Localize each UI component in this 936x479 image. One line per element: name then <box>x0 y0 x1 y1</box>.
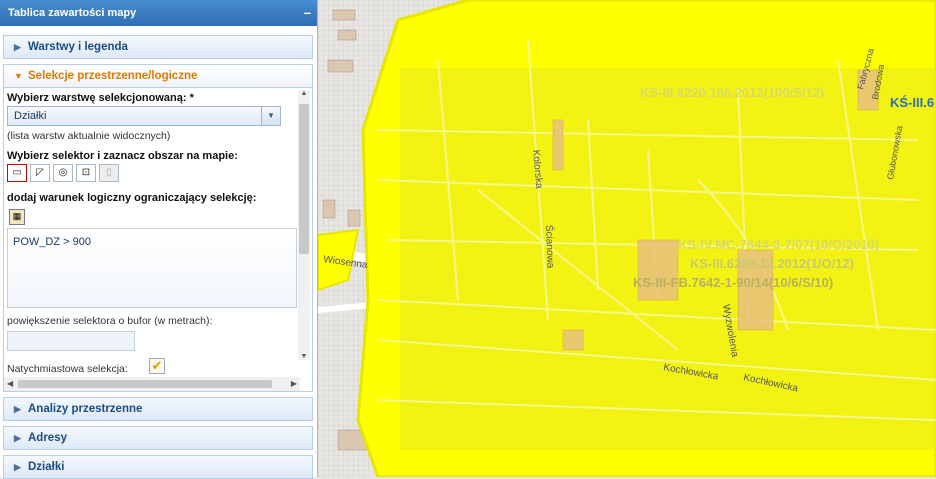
instant-label: Natychmiastowa selekcja: <box>7 363 128 375</box>
rectangle-select-icon[interactable]: ▭ <box>7 164 27 182</box>
buffer-label: powiększenie selektora o bufor (w metrac… <box>7 315 213 327</box>
chevron-right-icon: ▶ <box>14 433 21 443</box>
clear-select-icon[interactable]: ▯ <box>99 164 119 182</box>
chevron-right-icon: ▶ <box>14 42 21 52</box>
decision-label-cut: KŚ-III.6 <box>890 95 934 110</box>
polygon-select-icon[interactable]: ◸ <box>30 164 50 182</box>
accordion-analyses[interactable]: ▶ Analizy przestrzenne <box>3 397 313 421</box>
chevron-down-icon: ▼ <box>14 71 23 81</box>
layer-note: (lista warstw aktualnie widocznych) <box>7 130 171 142</box>
condition-label: dodaj warunek logiczny ograniczający sel… <box>7 192 257 204</box>
horizontal-scrollbar[interactable]: ◀ ▶ <box>4 377 300 391</box>
accordion-parcels-label: Działki <box>28 461 65 473</box>
map-view[interactable]: Kolorska Ścianowa Wiosenna Wyzwolenia Ko… <box>318 0 936 477</box>
query-builder-icon[interactable]: ▦ <box>9 209 25 225</box>
condition-textarea[interactable]: POW_DZ > 900 <box>7 228 297 308</box>
dropdown-arrow-icon[interactable]: ▼ <box>261 107 280 125</box>
collapse-icon[interactable]: – <box>304 0 311 26</box>
vertical-scroll-thumb[interactable] <box>299 104 309 254</box>
accordion-addresses[interactable]: ▶ Adresy <box>3 426 313 450</box>
accordion-analyses-label: Analizy przestrzenne <box>28 403 143 415</box>
accordion-addresses-label: Adresy <box>28 432 67 444</box>
scroll-up-icon[interactable]: ▲ <box>298 90 310 97</box>
decision-label: KS-III.6220.166.2012(100/S/12) <box>640 85 824 100</box>
point-select-icon[interactable]: ⊡ <box>76 164 96 182</box>
accordion-layers[interactable]: ▶ Warstwy i legenda <box>3 35 313 59</box>
decision-label: KS-III-FB.7642-1-90/14(10/6/S/10) <box>633 275 833 290</box>
chevron-right-icon: ▶ <box>14 404 21 414</box>
circle-select-icon[interactable]: ◎ <box>53 164 73 182</box>
decision-label: KS-IV.MC-7644-3-7/07(10/O/2010) <box>678 237 879 252</box>
selection-form: Wybierz warstwę selekcjonowaną: * Działk… <box>3 88 313 392</box>
scroll-left-icon[interactable]: ◀ <box>7 379 13 388</box>
layer-select[interactable]: Działki ▼ <box>7 106 281 126</box>
layer-select-value: Działki <box>14 110 47 122</box>
horizontal-scroll-thumb[interactable] <box>18 380 272 388</box>
accordion-parcels[interactable]: ▶ Działki <box>3 455 313 479</box>
scroll-down-icon[interactable]: ▼ <box>298 353 310 360</box>
selector-label: Wybierz selektor i zaznacz obszar na map… <box>7 150 238 162</box>
scroll-right-icon[interactable]: ▶ <box>291 379 297 388</box>
chevron-right-icon: ▶ <box>14 462 21 472</box>
vertical-scrollbar[interactable]: ▲ ▼ <box>298 90 310 360</box>
map-contents-panel: Tablica zawartości mapy – ▶ Warstwy i leg… <box>0 0 318 479</box>
map-canvas[interactable]: Kolorska Ścianowa Wiosenna Wyzwolenia Ko… <box>318 0 936 477</box>
panel-title: Tablica zawartości mapy <box>8 7 137 19</box>
panel-header: Tablica zawartości mapy – <box>0 0 317 26</box>
accordion-selection-label: Selekcje przestrzenne/logiczne <box>28 70 198 82</box>
buffer-input[interactable] <box>7 331 135 351</box>
layer-label: Wybierz warstwę selekcjonowaną: * <box>7 92 194 104</box>
decision-label: KS-III.6220.12.2012(1/O/12) <box>690 256 854 271</box>
accordion-layers-label: Warstwy i legenda <box>28 41 128 53</box>
accordion-selection[interactable]: ▼ Selekcje przestrzenne/logiczne <box>3 64 313 88</box>
instant-checkbox[interactable]: ✔ <box>149 358 165 374</box>
selector-toolbar: ▭ ◸ ◎ ⊡ ▯ <box>7 164 122 182</box>
